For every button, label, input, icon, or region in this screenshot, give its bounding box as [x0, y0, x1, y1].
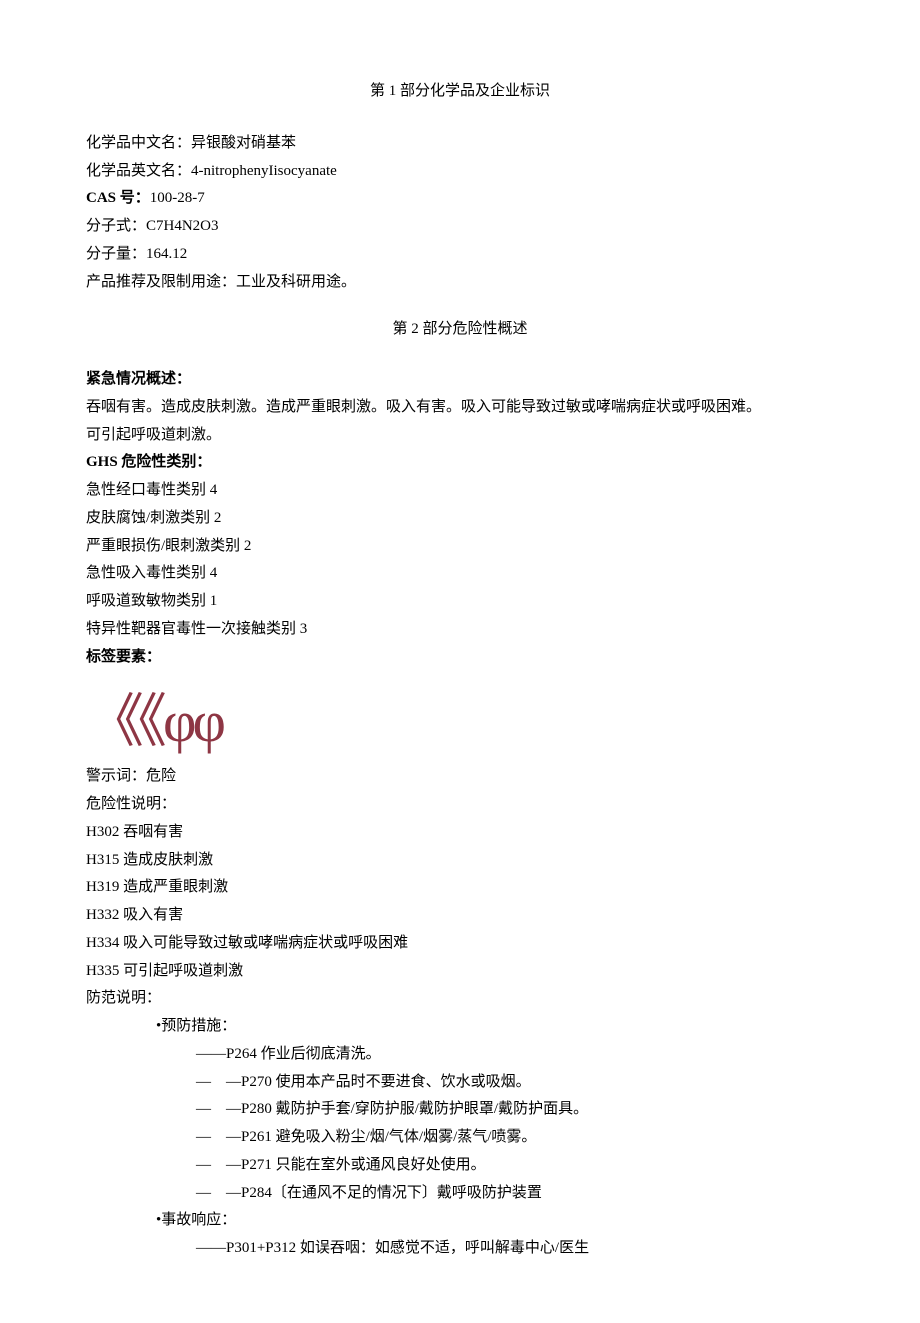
field-use: 产品推荐及限制用途：工业及科研用途。	[86, 269, 834, 297]
field-cas: CAS 号：100-28-7	[86, 185, 834, 213]
prevention-item: — —P261 避免吸入粉尘/烟/气体/烟雾/蒸气/喷雾。	[86, 1124, 834, 1152]
field-mw: 分子量：164.12	[86, 241, 834, 269]
prevention-item: — —P284〔在通风不足的情况下〕戴呼吸防护装置	[86, 1180, 834, 1208]
section1-body: 化学品中文名：异银酸对硝基苯 化学品英文名：4-nitrophenyIisocy…	[86, 130, 834, 297]
ghs-header: GHS 危险性类别：	[86, 449, 834, 477]
hazard-statement: H332 吸入有害	[86, 902, 834, 930]
field-en-name: 化学品英文名：4-nitrophenyIisocyanate	[86, 158, 834, 186]
en-name-label: 化学品英文名：	[86, 163, 191, 179]
ghs-item: 急性经口毒性类别 4	[86, 477, 834, 505]
en-name-value: 4-nitrophenyIisocyanate	[191, 163, 337, 179]
use-value: 工业及科研用途。	[236, 274, 356, 290]
section1-title: 第 1 部分化学品及企业标识	[86, 78, 834, 106]
document-page: 第 1 部分化学品及企业标识 化学品中文名：异银酸对硝基苯 化学品英文名：4-n…	[0, 0, 920, 1323]
ghs-item: 呼吸道致敏物类别 1	[86, 588, 834, 616]
prevention-item: — —P270 使用本产品时不要进食、饮水或吸烟。	[86, 1069, 834, 1097]
signal-word: 警示词：危险	[86, 763, 834, 791]
ghs-block: GHS 危险性类别： 急性经口毒性类别 4 皮肤腐蚀/刺激类别 2 严重眼损伤/…	[86, 449, 834, 643]
mw-label: 分子量：	[86, 246, 146, 262]
emergency-line1: 吞咽有害。造成皮肤刺激。造成严重眼刺激。吸入有害。吸入可能导致过敏或哮喘病症状或…	[86, 394, 834, 422]
hazard-statement: H319 造成严重眼刺激	[86, 874, 834, 902]
formula-label: 分子式：	[86, 218, 146, 234]
label-elements-header: 标签要素：	[86, 644, 834, 672]
formula-value: C7H4N2O3	[146, 218, 219, 234]
prevention-item: ——P264 作业后彻底清洗。	[86, 1041, 834, 1069]
mw-value: 164.12	[146, 246, 187, 262]
use-label: 产品推荐及限制用途：	[86, 274, 236, 290]
signal-word-label: 警示词：	[86, 768, 146, 784]
pictogram-icon: φφ	[163, 693, 222, 751]
cas-label: CAS 号：	[86, 190, 150, 206]
hazard-statement: H302 吞咽有害	[86, 819, 834, 847]
response-header: •事故响应：	[86, 1207, 834, 1235]
prevention-header: •预防措施：	[86, 1013, 834, 1041]
pictogram-icon: 《《	[86, 693, 161, 751]
hazard-statements-header: 危险性说明：	[86, 791, 834, 819]
prevention-item: — —P271 只能在室外或通风良好处使用。	[86, 1152, 834, 1180]
ghs-item: 严重眼损伤/眼刺激类别 2	[86, 533, 834, 561]
response-item: ——P301+P312 如误吞咽：如感觉不适，呼叫解毒中心/医生	[86, 1235, 834, 1263]
field-formula: 分子式：C7H4N2O3	[86, 213, 834, 241]
cn-name-label: 化学品中文名：	[86, 135, 191, 151]
emergency-header: 紧急情况概述：	[86, 366, 834, 394]
ghs-pictograms: 《《 φφ	[86, 685, 834, 759]
hazard-statement: H335 可引起呼吸道刺激	[86, 958, 834, 986]
hazard-statement: H315 造成皮肤刺激	[86, 847, 834, 875]
prevention-item: — —P280 戴防护手套/穿防护服/戴防护眼罩/戴防护面具。	[86, 1096, 834, 1124]
section2-title: 第 2 部分危险性概述	[86, 316, 834, 344]
cas-value: 100-28-7	[150, 190, 205, 206]
hazard-statement: H334 吸入可能导致过敏或哮喘病症状或呼吸困难	[86, 930, 834, 958]
ghs-item: 急性吸入毒性类别 4	[86, 560, 834, 588]
cn-name-value: 异银酸对硝基苯	[191, 135, 296, 151]
precaution-header: 防范说明：	[86, 985, 834, 1013]
ghs-item: 皮肤腐蚀/刺激类别 2	[86, 505, 834, 533]
emergency-line2: 可引起呼吸道刺激。	[86, 422, 834, 450]
signal-word-value: 危险	[146, 768, 176, 784]
ghs-item: 特异性靶器官毒性一次接触类别 3	[86, 616, 834, 644]
field-cn-name: 化学品中文名：异银酸对硝基苯	[86, 130, 834, 158]
emergency-block: 紧急情况概述： 吞咽有害。造成皮肤刺激。造成严重眼刺激。吸入有害。吸入可能导致过…	[86, 366, 834, 449]
